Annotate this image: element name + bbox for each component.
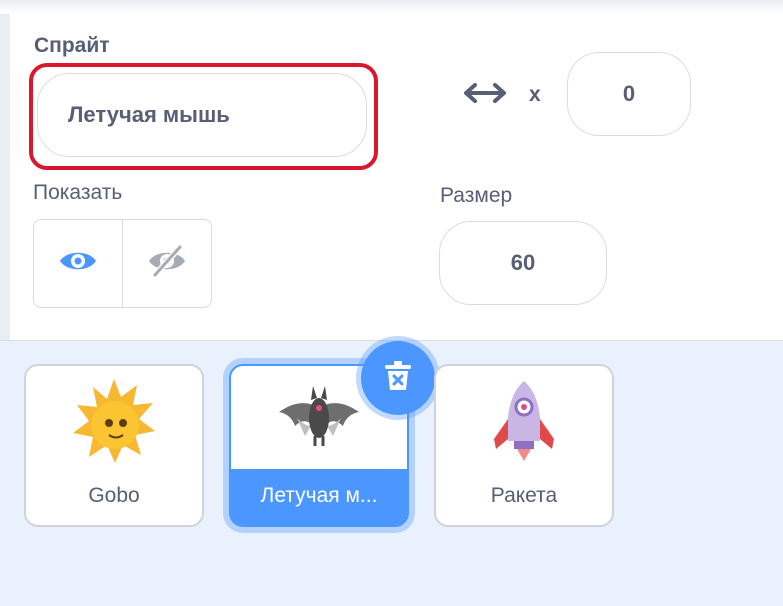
sprite-tile-gobo[interactable]: Gobo (24, 364, 204, 527)
hide-button[interactable] (122, 220, 211, 307)
x-label: x (529, 83, 541, 106)
eye-slash-icon (147, 244, 187, 283)
rocket-thumbnail (436, 366, 612, 474)
sprite-tile-label: Ракета (490, 484, 558, 507)
sprite-tile-label: Летучая м... (260, 484, 378, 507)
size-label: Размер (440, 184, 513, 207)
size-input[interactable]: 60 (439, 221, 607, 305)
eye-icon (58, 247, 98, 280)
trash-icon (383, 360, 413, 397)
sprite-name-field[interactable]: Летучая мышь (37, 73, 367, 157)
show-button[interactable] (34, 220, 122, 307)
sprite-tile-rocket[interactable]: Ракета (434, 364, 614, 527)
gobo-thumbnail (26, 366, 202, 474)
sprite-label: Спрайт (34, 34, 110, 57)
pane-left-border (0, 0, 10, 340)
show-toggle-group (33, 219, 212, 308)
pane-top-shade (0, 0, 783, 14)
sprite-tile-label: Gobo (88, 484, 140, 507)
delete-sprite-button[interactable] (361, 341, 435, 415)
sprite-info-pane: Спрайт Летучая мышь x 0 Показать Размер … (0, 0, 783, 340)
x-input[interactable]: 0 (567, 52, 691, 136)
show-label: Показать (33, 181, 123, 204)
horizontal-arrows-icon (462, 80, 508, 111)
